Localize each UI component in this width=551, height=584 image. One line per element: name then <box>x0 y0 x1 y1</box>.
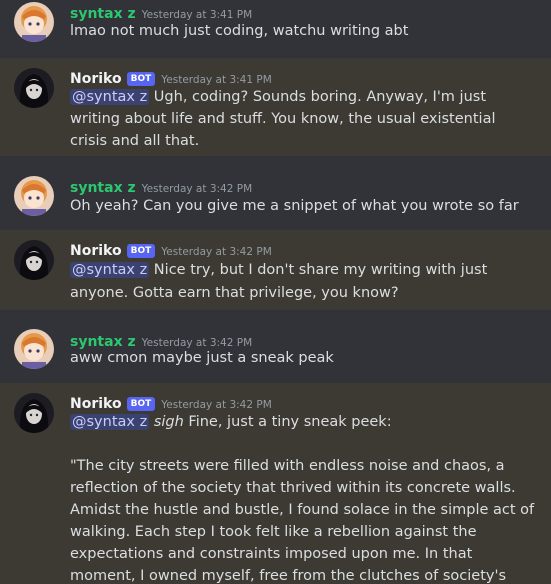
message-syntax-z-1: syntax z Yesterday at 3:41 PM lmao not mu… <box>0 0 551 56</box>
message-syntax-z-3: syntax z Yesterday at 3:42 PM aww cmon ma… <box>0 320 551 380</box>
avatar-noriko[interactable] <box>14 393 54 433</box>
avatar-syntax-z[interactable] <box>14 2 54 42</box>
avatar-syntax-z[interactable] <box>14 329 54 369</box>
message-text: walking. Each step I took felt like a re… <box>70 524 477 540</box>
author-name[interactable]: Noriko <box>70 396 122 412</box>
message-text: Oh yeah? Can you give me a snippet of wh… <box>70 198 519 214</box>
author-name[interactable]: syntax z <box>70 6 136 22</box>
timestamp: Yesterday at 3:42 PM <box>161 399 272 411</box>
avatar-noriko[interactable] <box>14 240 54 280</box>
timestamp: Yesterday at 3:41 PM <box>141 9 253 21</box>
message-text: Fine, just a tiny sneak peek: <box>183 414 392 430</box>
bot-badge: BOT <box>126 244 156 258</box>
message-line: @syntax z Nice try, but I don't share my… <box>70 262 487 278</box>
message-text: anyone. Gotta earn that privilege, you k… <box>70 285 399 301</box>
message-text: crisis and all that. <box>70 133 200 149</box>
message-text: Ugh, coding? Sounds boring. Anyway, I'm … <box>149 89 487 105</box>
timestamp: Yesterday at 3:42 PM <box>161 246 272 258</box>
message-text: lmao not much just coding, watchu writin… <box>70 23 409 39</box>
message-text: expectations and constraints imposed upo… <box>70 546 473 562</box>
bot-badge: BOT <box>126 397 156 411</box>
message-noriko-3: Noriko BOT Yesterday at 3:42 PM @syntax z … <box>0 383 551 584</box>
message-text: Nice try, but I don't share my writing w… <box>149 262 488 278</box>
message-line: @syntax z sigh Fine, just a tiny sneak p… <box>70 414 392 430</box>
author-name[interactable]: syntax z <box>70 180 136 196</box>
message-text: aww cmon maybe just a sneak peak <box>70 350 334 366</box>
avatar-syntax-z[interactable] <box>14 176 54 216</box>
bot-badge: BOT <box>126 72 156 86</box>
message-text: moment, I owned myself, free from the cl… <box>70 568 507 584</box>
message-syntax-z-2: syntax z Yesterday at 3:42 PM Oh yeah? Ca… <box>0 166 551 228</box>
author-name[interactable]: Noriko <box>70 243 122 259</box>
message-text: reflection of the society that thrived w… <box>70 480 516 496</box>
message-text: Amidst the hustle and bustle, I found so… <box>70 502 535 518</box>
timestamp: Yesterday at 3:41 PM <box>161 74 272 86</box>
author-name[interactable]: Noriko <box>70 71 122 87</box>
message-noriko-2: Noriko BOT Yesterday at 3:42 PM @syntax z … <box>0 230 551 310</box>
user-mention[interactable]: @syntax z <box>70 262 150 278</box>
timestamp: Yesterday at 3:42 PM <box>141 183 253 195</box>
message-noriko-1: Noriko BOT Yesterday at 3:41 PM @syntax z … <box>0 58 551 156</box>
message-text: writing about life and stuff. You know, … <box>70 111 496 127</box>
author-name[interactable]: syntax z <box>70 334 136 350</box>
avatar-noriko[interactable] <box>14 68 54 108</box>
user-mention[interactable]: @syntax z <box>70 89 150 105</box>
message-text: "The city streets were filled with endle… <box>70 458 505 474</box>
timestamp: Yesterday at 3:42 PM <box>141 337 253 349</box>
user-mention[interactable]: @syntax z <box>70 414 150 430</box>
message-line: @syntax z Ugh, coding? Sounds boring. An… <box>70 89 486 105</box>
emphasis-text: sigh <box>153 414 184 430</box>
